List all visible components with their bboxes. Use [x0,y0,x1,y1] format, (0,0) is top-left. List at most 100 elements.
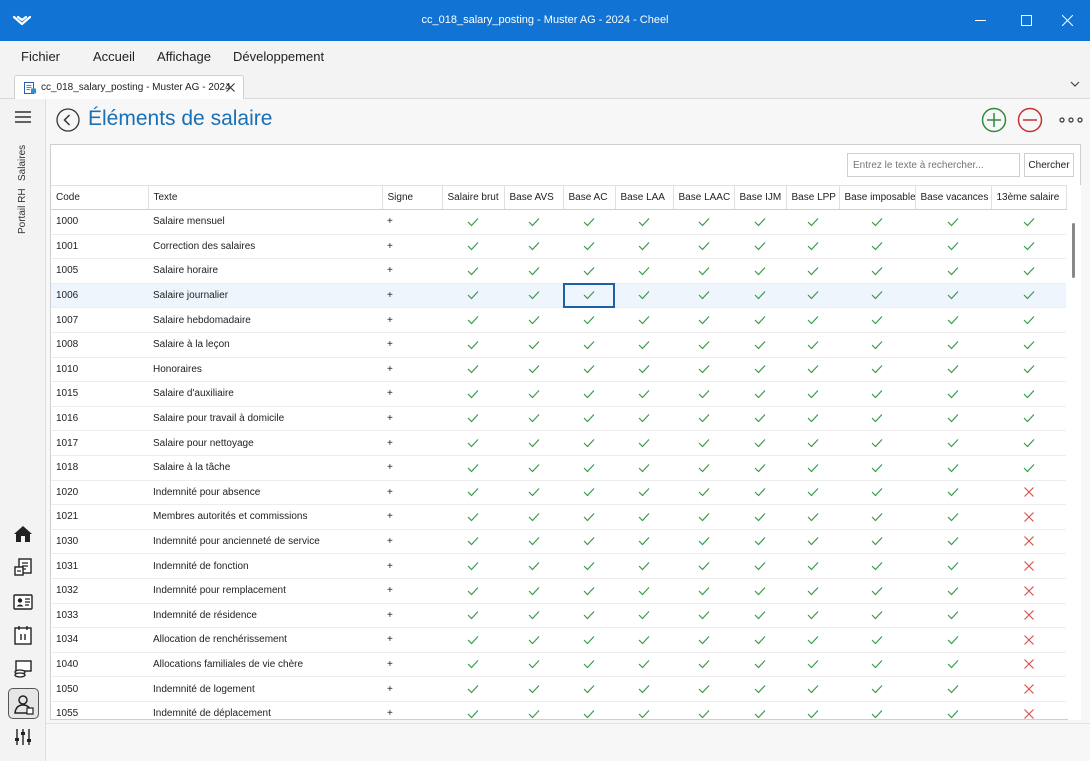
cell-signe[interactable]: + [382,480,442,506]
cell-flag[interactable] [915,381,991,407]
vertical-scrollbar[interactable] [1068,185,1081,720]
cell-flag[interactable] [504,504,563,530]
minimize-button[interactable] [957,0,1003,41]
cell-flag[interactable] [563,652,615,678]
cell-flag[interactable] [563,234,615,260]
cell-flag[interactable] [786,652,839,678]
cell-flag[interactable] [504,406,563,432]
column-header[interactable]: Salaire brut [442,185,505,210]
cell-code[interactable]: 1000 [51,209,148,235]
cell-signe[interactable]: + [382,652,442,678]
cell-flag[interactable] [915,627,991,653]
cell-signe[interactable]: + [382,357,442,383]
cell-flag[interactable] [786,455,839,481]
table-row[interactable]: 1018 Salaire à la tâche + [51,455,1066,481]
cell-flag[interactable] [615,332,673,358]
cell-flag[interactable] [786,209,839,235]
cell-flag[interactable] [563,578,615,604]
table-row[interactable]: 1032 Indemnité pour remplacement + [51,578,1066,604]
cell-flag[interactable] [991,258,1066,284]
cell-texte[interactable]: Salaire hebdomadaire [148,307,382,333]
cell-flag[interactable] [839,603,915,629]
cell-flag[interactable] [915,676,991,702]
cell-flag[interactable] [504,455,563,481]
search-input[interactable] [847,153,1020,177]
menu-developpement[interactable]: Développement [233,49,324,64]
cell-flag[interactable] [673,652,734,678]
hamburger-menu-icon[interactable] [15,111,31,123]
cell-signe[interactable]: + [382,455,442,481]
cell-flag[interactable] [839,209,915,235]
column-header[interactable]: Base LAA [615,185,674,210]
cell-signe[interactable]: + [382,627,442,653]
column-header[interactable]: Base vacances [915,185,992,210]
table-row[interactable]: 1040 Allocations familiales de vie chère + [51,652,1066,678]
cell-code[interactable]: 1007 [51,307,148,333]
cell-texte[interactable]: Indemnité pour remplacement [148,578,382,604]
cell-flag[interactable] [786,283,839,309]
cell-flag[interactable] [563,529,615,555]
cell-flag[interactable] [673,283,734,309]
nav-settings[interactable] [11,725,35,749]
cell-flag[interactable] [504,357,563,383]
cell-flag[interactable] [839,676,915,702]
cell-flag[interactable] [673,307,734,333]
cell-flag[interactable] [504,332,563,358]
cell-code[interactable]: 1040 [51,652,148,678]
table-row[interactable]: 1006 Salaire journalier + [51,283,1066,309]
cell-flag[interactable] [563,406,615,432]
cell-code[interactable]: 1030 [51,529,148,555]
cell-flag[interactable] [442,603,504,629]
cell-flag[interactable] [442,480,504,506]
cell-texte[interactable]: Indemnité de résidence [148,603,382,629]
cell-flag[interactable] [839,283,915,309]
cell-code[interactable]: 1017 [51,430,148,456]
cell-flag[interactable] [673,504,734,530]
cell-flag[interactable] [734,480,786,506]
cell-code[interactable]: 1008 [51,332,148,358]
cell-flag[interactable] [734,332,786,358]
cell-flag[interactable] [673,455,734,481]
cell-flag[interactable] [615,627,673,653]
table-row[interactable]: 1030 Indemnité pour ancienneté de service… [51,529,1066,555]
cell-texte[interactable]: Salaire pour nettoyage [148,430,382,456]
table-row[interactable]: 1050 Indemnité de logement + [51,676,1066,702]
cell-flag[interactable] [615,603,673,629]
cell-flag[interactable] [615,578,673,604]
cell-texte[interactable]: Salaire à la leçon [148,332,382,358]
menu-accueil[interactable]: Accueil [93,49,135,64]
cell-flag[interactable] [839,455,915,481]
cell-flag[interactable] [734,455,786,481]
cell-flag[interactable] [615,307,673,333]
cell-flag[interactable] [915,234,991,260]
cell-flag[interactable] [839,578,915,604]
cell-signe[interactable]: + [382,430,442,456]
cell-flag[interactable] [991,381,1066,407]
cell-flag[interactable] [504,234,563,260]
cell-flag[interactable] [615,676,673,702]
cell-flag[interactable] [504,480,563,506]
column-header[interactable]: Base AVS [504,185,564,210]
cell-texte[interactable]: Salaire d'auxiliaire [148,381,382,407]
cell-flag[interactable] [673,480,734,506]
cell-flag[interactable] [673,627,734,653]
cell-flag[interactable] [442,627,504,653]
cell-flag[interactable] [915,504,991,530]
cell-signe[interactable]: + [382,406,442,432]
cell-flag[interactable] [673,258,734,284]
table-row[interactable]: 1033 Indemnité de résidence + [51,603,1066,629]
cell-flag[interactable] [615,553,673,579]
search-button[interactable]: Chercher [1024,153,1074,177]
cell-flag[interactable] [786,258,839,284]
cell-flag[interactable] [915,652,991,678]
cell-flag[interactable] [615,529,673,555]
cell-flag[interactable] [734,209,786,235]
cell-texte[interactable]: Salaire à la tâche [148,455,382,481]
cell-code[interactable]: 1006 [51,283,148,309]
cell-flag[interactable] [734,258,786,284]
cell-flag[interactable] [734,578,786,604]
cell-flag[interactable] [615,652,673,678]
cell-flag[interactable] [504,578,563,604]
cell-flag[interactable] [991,209,1066,235]
back-button[interactable] [56,108,80,132]
